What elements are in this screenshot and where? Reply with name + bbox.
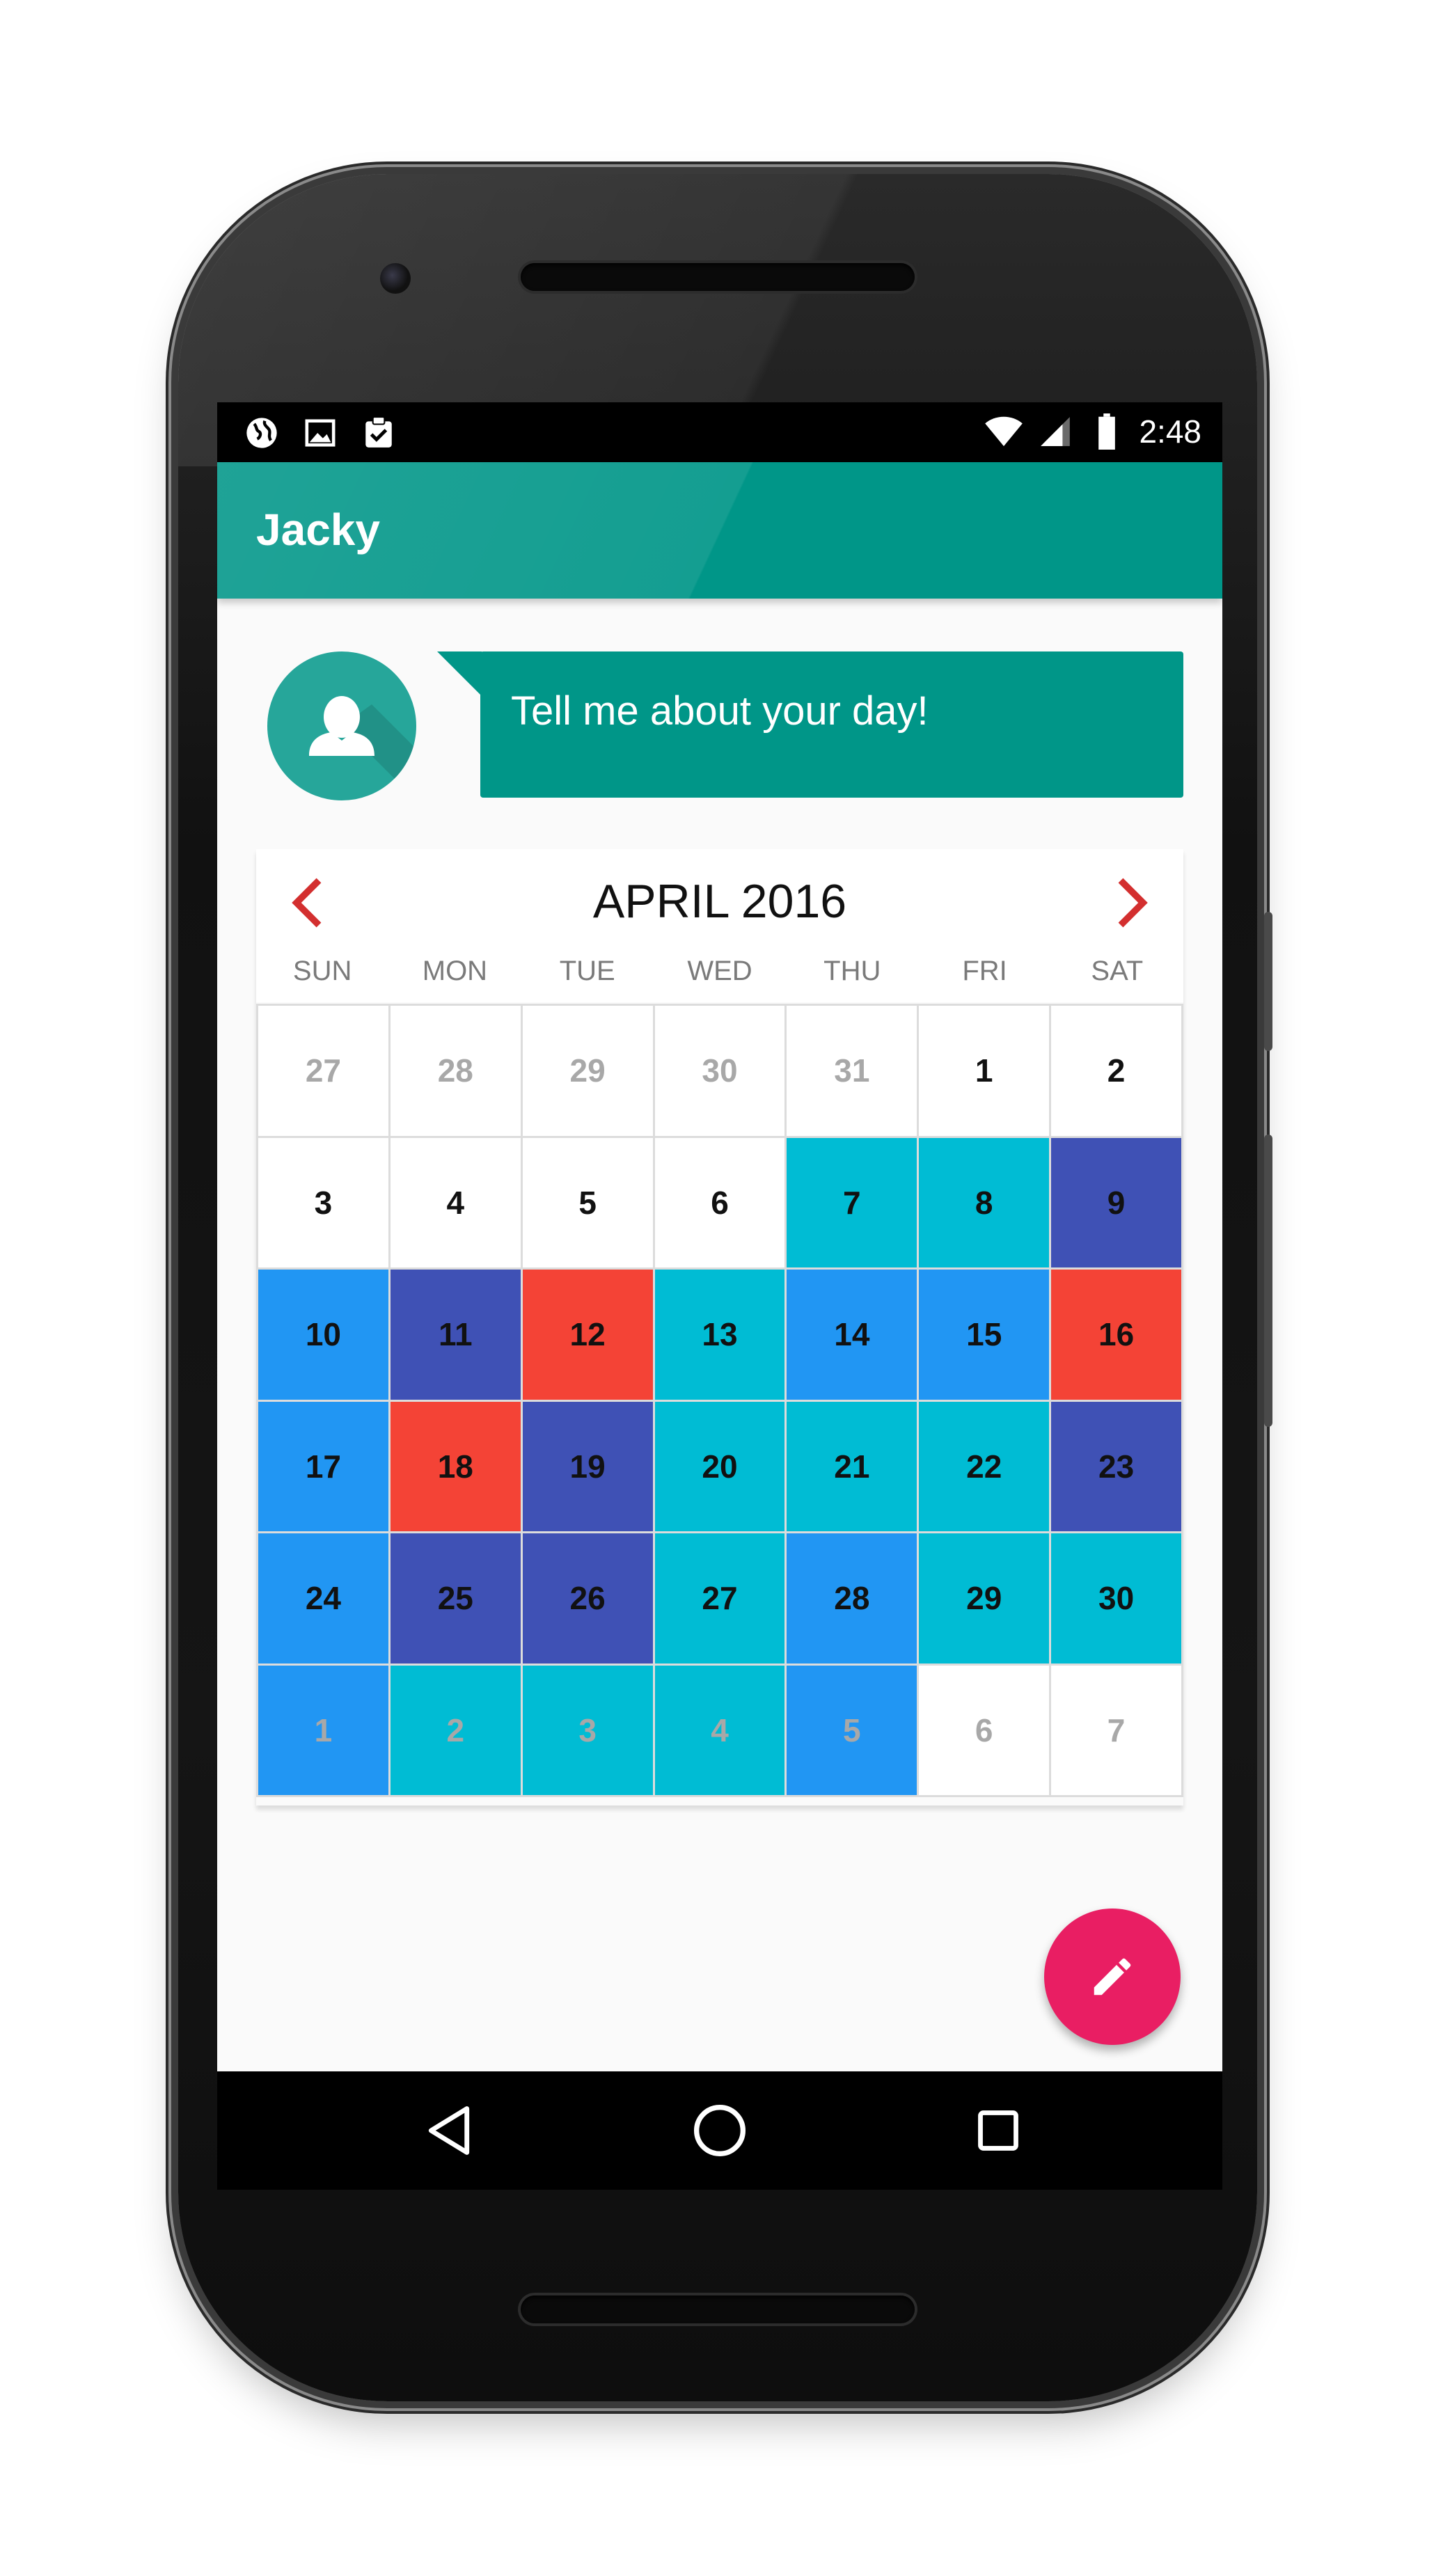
day-cell[interactable]: 9 bbox=[1051, 1137, 1183, 1270]
day-cell[interactable]: 12 bbox=[522, 1270, 655, 1402]
calendar-grid: 27 28 29 30 31 1 2 3 4 5 6 7 8 9 10 11 12 13 14 15 16 17 18 19 2… bbox=[256, 1004, 1183, 1797]
wifi-icon bbox=[984, 412, 1023, 451]
bottom-speaker bbox=[521, 2296, 915, 2323]
month-title: APRIL 2016 bbox=[592, 875, 847, 928]
weekday-header: SUN MON TUE WED THU FRI SAT bbox=[256, 940, 1183, 1002]
calendar: APRIL 2016 SUN MON TUE WED THU FRI SAT 27 28 29 3… bbox=[256, 849, 1183, 1805]
home-icon bbox=[694, 2105, 746, 2156]
day-cell[interactable]: 27 bbox=[654, 1533, 787, 1666]
day-cell[interactable]: 14 bbox=[787, 1270, 920, 1402]
power-button bbox=[1264, 912, 1272, 1051]
day-cell[interactable]: 3 bbox=[522, 1665, 655, 1797]
day-cell[interactable]: 30 bbox=[654, 1006, 787, 1138]
day-cell[interactable]: 2 bbox=[390, 1665, 523, 1797]
day-cell[interactable]: 28 bbox=[787, 1533, 920, 1666]
day-cell[interactable]: 6 bbox=[919, 1665, 1052, 1797]
day-cell[interactable]: 22 bbox=[919, 1401, 1052, 1533]
back-button[interactable] bbox=[418, 2099, 480, 2162]
day-cell[interactable]: 26 bbox=[522, 1533, 655, 1666]
day-cell[interactable]: 30 bbox=[1051, 1533, 1183, 1666]
day-cell[interactable]: 4 bbox=[654, 1665, 787, 1797]
front-camera bbox=[380, 263, 411, 294]
back-icon bbox=[428, 2106, 470, 2155]
weekday-label: TUE bbox=[559, 956, 615, 986]
day-cell[interactable]: 7 bbox=[787, 1137, 920, 1270]
day-cell[interactable]: 1 bbox=[919, 1006, 1052, 1138]
chat-message: Tell me about your day! bbox=[511, 688, 929, 734]
home-button[interactable] bbox=[688, 2099, 751, 2162]
status-time: 2:48 bbox=[1139, 413, 1201, 450]
day-cell[interactable]: 16 bbox=[1051, 1270, 1183, 1402]
day-cell[interactable]: 27 bbox=[258, 1006, 391, 1138]
day-cell[interactable]: 2 bbox=[1051, 1006, 1183, 1138]
recents-button[interactable] bbox=[967, 2099, 1030, 2162]
weekday-label: MON bbox=[422, 956, 488, 986]
app-title: Jacky bbox=[256, 505, 380, 555]
screen: 2:48 Jacky Tell me about your day! APRIL… bbox=[217, 402, 1222, 2190]
weekday-label: SAT bbox=[1091, 956, 1144, 986]
day-cell[interactable]: 5 bbox=[522, 1137, 655, 1270]
day-cell[interactable]: 5 bbox=[787, 1665, 920, 1797]
day-cell[interactable]: 11 bbox=[390, 1270, 523, 1402]
prev-month-button[interactable] bbox=[287, 873, 329, 933]
recents-icon bbox=[978, 2110, 1018, 2151]
top-speaker bbox=[521, 263, 915, 291]
day-cell[interactable]: 3 bbox=[258, 1137, 391, 1270]
day-cell[interactable]: 4 bbox=[390, 1137, 523, 1270]
next-month-button[interactable] bbox=[1111, 873, 1153, 933]
chevron-right-icon bbox=[1118, 878, 1148, 928]
day-cell[interactable]: 18 bbox=[390, 1401, 523, 1533]
day-cell[interactable]: 20 bbox=[654, 1401, 787, 1533]
day-cell[interactable]: 15 bbox=[919, 1270, 1052, 1402]
weekday-label: FRI bbox=[962, 956, 1007, 986]
day-cell[interactable]: 21 bbox=[787, 1401, 920, 1533]
volume-button bbox=[1264, 1135, 1272, 1427]
image-icon bbox=[301, 413, 340, 452]
day-cell[interactable]: 29 bbox=[919, 1533, 1052, 1666]
status-bar: 2:48 bbox=[217, 402, 1222, 462]
pencil-icon bbox=[1094, 1958, 1131, 1996]
chat-bubble: Tell me about your day! bbox=[480, 651, 1183, 798]
navigation-bar bbox=[217, 2071, 1222, 2190]
weekday-label: THU bbox=[823, 956, 881, 986]
day-cell[interactable]: 7 bbox=[1051, 1665, 1183, 1797]
day-cell[interactable]: 28 bbox=[390, 1006, 523, 1138]
day-cell[interactable]: 8 bbox=[919, 1137, 1052, 1270]
weekday-label: WED bbox=[687, 956, 752, 986]
day-cell[interactable]: 29 bbox=[522, 1006, 655, 1138]
day-cell[interactable]: 13 bbox=[654, 1270, 787, 1402]
day-cell[interactable]: 1 bbox=[258, 1665, 391, 1797]
clipboard-check-icon bbox=[359, 413, 398, 452]
day-cell[interactable]: 31 bbox=[787, 1006, 920, 1138]
chevron-left-icon bbox=[292, 878, 322, 928]
day-cell[interactable]: 17 bbox=[258, 1401, 391, 1533]
day-cell[interactable]: 24 bbox=[258, 1533, 391, 1666]
app-bar: Jacky bbox=[217, 462, 1222, 599]
weekday-label: SUN bbox=[292, 956, 352, 986]
person-icon bbox=[309, 696, 416, 800]
avatar[interactable] bbox=[267, 651, 416, 800]
bubble-tail bbox=[437, 651, 482, 696]
day-cell[interactable]: 23 bbox=[1051, 1401, 1183, 1533]
day-cell[interactable]: 6 bbox=[654, 1137, 787, 1270]
globe-icon bbox=[242, 413, 281, 452]
day-cell[interactable]: 25 bbox=[390, 1533, 523, 1666]
signal-icon bbox=[1036, 412, 1075, 451]
edit-fab-button[interactable] bbox=[1044, 1909, 1181, 2045]
day-cell[interactable]: 19 bbox=[522, 1401, 655, 1533]
calendar-header: APRIL 2016 bbox=[256, 849, 1183, 940]
battery-icon bbox=[1087, 412, 1126, 451]
day-cell[interactable]: 10 bbox=[258, 1270, 391, 1402]
